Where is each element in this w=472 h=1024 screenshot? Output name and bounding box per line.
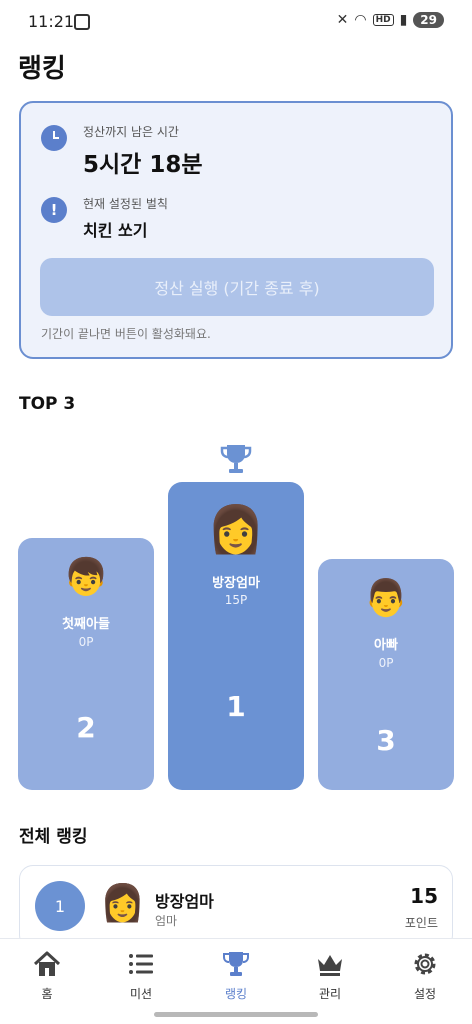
podium-rank: 3	[376, 724, 396, 757]
nav-manage[interactable]: 관리	[295, 949, 365, 1002]
podium-third[interactable]: 👨 아빠 0P 3	[318, 559, 454, 790]
home-icon	[33, 951, 61, 976]
rank-badge: 1	[35, 881, 85, 931]
penalty-value: 치킨 쏘기	[83, 221, 148, 240]
nav-settings[interactable]: 설정	[390, 949, 460, 1002]
mute-icon: ✕	[336, 12, 349, 28]
settle-button[interactable]: 정산 실행 (기간 종료 후)	[40, 258, 434, 316]
signal-icon: ▮	[399, 12, 408, 28]
podium-points: 15P	[224, 593, 248, 607]
podium-name: 첫째아들	[62, 617, 110, 632]
nav-label: 설정	[413, 987, 437, 1001]
crown-icon	[318, 955, 342, 976]
home-indicator[interactable]	[154, 1012, 318, 1017]
nav-label: 랭킹	[224, 987, 248, 1001]
nav-label: 관리	[318, 987, 342, 1001]
podium-points: 0P	[78, 635, 94, 649]
rank-name: 방장엄마	[155, 892, 214, 911]
avatar: 👩	[207, 502, 265, 556]
podium-name: 방장엄마	[212, 576, 260, 591]
podium-second[interactable]: 👦 첫째아들 0P 2	[18, 538, 154, 790]
battery-indicator: 29	[413, 12, 444, 28]
podium-points: 0P	[378, 656, 394, 670]
settle-hint: 기간이 끝나면 버튼이 활성화돼요.	[41, 327, 211, 341]
time-remaining-value: 5시간 18분	[83, 152, 203, 178]
status-time: 11:21	[28, 12, 75, 31]
nav-home[interactable]: 홈	[12, 949, 82, 1002]
avatar: 👩	[100, 883, 145, 924]
podium-name: 아빠	[374, 638, 398, 653]
podium-first[interactable]: 👩 방장엄마 15P 1	[168, 482, 304, 790]
top3-title: TOP 3	[19, 394, 76, 414]
podium-rank: 1	[226, 690, 246, 723]
status-bar: 11:21 ✕ ◠ HD ▮ 29	[0, 0, 472, 44]
page-title: 랭킹	[18, 54, 66, 84]
nav-ranking[interactable]: 랭킹	[201, 949, 271, 1002]
clock-icon	[41, 125, 67, 151]
list-icon	[129, 954, 153, 974]
full-ranking-title: 전체 랭킹	[19, 827, 88, 847]
podium-rank: 2	[76, 711, 96, 744]
trophy-icon	[220, 445, 252, 473]
gear-icon	[414, 953, 436, 975]
nav-label: 미션	[129, 987, 153, 1001]
rank-role: 엄마	[155, 914, 178, 928]
penalty-label: 현재 설정된 벌칙	[83, 197, 168, 211]
rank-score: 15	[410, 884, 438, 908]
time-remaining-label: 정산까지 남은 시간	[83, 125, 179, 139]
alert-icon: !	[41, 197, 67, 223]
settlement-card: 정산까지 남은 시간 5시간 18분 ! 현재 설정된 벌칙 치킨 쏘기 정산 …	[19, 101, 453, 359]
screen-record-icon	[74, 14, 90, 30]
wifi-icon: ◠	[354, 12, 367, 28]
status-icons: ✕ ◠ HD ▮ 29	[337, 12, 444, 28]
trophy-icon	[223, 952, 249, 976]
avatar: 👨	[363, 578, 409, 619]
nav-missions[interactable]: 미션	[106, 949, 176, 1002]
ranking-row[interactable]: 1 👩 방장엄마 엄마 15 포인트	[19, 865, 453, 949]
avatar: 👦	[63, 557, 109, 598]
nav-label: 홈	[41, 987, 53, 1001]
rank-score-unit: 포인트	[404, 916, 438, 930]
hd-badge: HD	[372, 14, 394, 26]
